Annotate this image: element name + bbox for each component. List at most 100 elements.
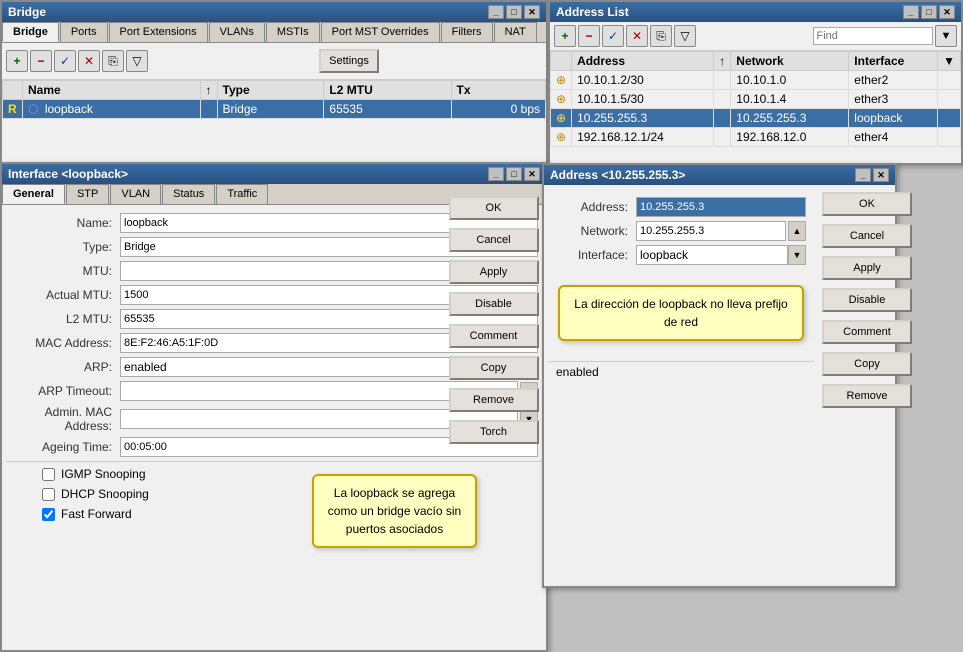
- iface-minimize-btn[interactable]: _: [488, 167, 504, 181]
- addr-comment-btn[interactable]: Comment: [822, 320, 912, 344]
- col-sort: ↑: [200, 81, 217, 100]
- tab-port-extensions[interactable]: Port Extensions: [109, 22, 208, 42]
- iface-maximize-btn[interactable]: □: [506, 167, 522, 181]
- address-list-toolbar: + − ✓ ✕ ⎘ ▽ ▼: [550, 22, 961, 51]
- addr-detail-network-input[interactable]: [636, 221, 786, 241]
- addr-cancel-btn[interactable]: Cancel: [822, 224, 912, 248]
- interface-btn-panel: OK Cancel Apply Disable Comment Copy Rem…: [441, 189, 546, 451]
- iface-tab-status[interactable]: Status: [162, 184, 215, 204]
- tab-filters[interactable]: Filters: [441, 22, 493, 42]
- addr-row-icon: ⊕: [551, 109, 572, 128]
- interface-titlebar: Interface <loopback> _ □ ✕: [2, 164, 546, 184]
- addr-detail-close-btn[interactable]: ✕: [873, 168, 889, 182]
- addr-row-interface: ether2: [849, 71, 938, 90]
- bridge-filter-btn[interactable]: ▽: [126, 50, 148, 72]
- addr-row-address: 10.10.1.2/30: [572, 71, 714, 90]
- bridge-table-container: Name ↑ Type L2 MTU Tx R ⬡ loopback Bridg…: [2, 80, 546, 119]
- iface-copy-btn[interactable]: Copy: [449, 356, 539, 380]
- bridge-enable-btn[interactable]: ✓: [54, 50, 76, 72]
- addr-detail-address-label: Address:: [556, 200, 636, 214]
- tab-ports[interactable]: Ports: [60, 22, 108, 42]
- address-list-window: Address List _ □ ✕ + − ✓ ✕ ⎘ ▽ ▼ Address…: [548, 0, 963, 165]
- table-row[interactable]: R ⬡ loopback Bridge 65535 0 bps: [3, 100, 546, 119]
- addr-row-icon: ⊕: [551, 90, 572, 109]
- addr-detail-address-input[interactable]: [636, 197, 806, 217]
- addr-row-address: 10.255.255.3: [572, 109, 714, 128]
- addr-status-text: enabled: [556, 365, 599, 379]
- dhcp-checkbox[interactable]: [42, 488, 55, 501]
- iface-tab-traffic[interactable]: Traffic: [216, 184, 268, 204]
- bridge-copy-btn[interactable]: ⎘: [102, 50, 124, 72]
- addr-list-maximize-btn[interactable]: □: [921, 5, 937, 19]
- find-input[interactable]: [813, 27, 934, 45]
- table-row[interactable]: ⊕ 10.255.255.3 10.255.255.3 loopback: [551, 109, 961, 128]
- tab-port-mst[interactable]: Port MST Overrides: [321, 22, 440, 42]
- table-row[interactable]: ⊕ 192.168.12.1/24 192.168.12.0 ether4: [551, 128, 961, 147]
- dhcp-label: DHCP Snooping: [61, 487, 149, 501]
- tab-mstis[interactable]: MSTIs: [266, 22, 320, 42]
- bridge-close-btn[interactable]: ✕: [524, 5, 540, 19]
- addr-remove-btn[interactable]: −: [578, 25, 600, 47]
- iface-tab-vlan[interactable]: VLAN: [110, 184, 161, 204]
- tab-nat[interactable]: NAT: [494, 22, 537, 42]
- bridge-toolbar: + − ✓ ✕ ⎘ ▽ Settings: [2, 43, 546, 80]
- iface-ok-btn[interactable]: OK: [449, 196, 539, 220]
- bridge-minimize-btn[interactable]: _: [488, 5, 504, 19]
- bridge-disable-btn[interactable]: ✕: [78, 50, 100, 72]
- iface-disable-btn[interactable]: Disable: [449, 292, 539, 316]
- bridge-maximize-btn[interactable]: □: [506, 5, 522, 19]
- address-list-table-container: Address ↑ Network Interface ▼ ⊕ 10.10.1.…: [550, 51, 961, 147]
- iface-cancel-btn[interactable]: Cancel: [449, 228, 539, 252]
- address-list-controls: _ □ ✕: [903, 5, 955, 19]
- actual-mtu-label: Actual MTU:: [10, 288, 120, 302]
- mac-label: MAC Address:: [10, 336, 120, 350]
- interface-controls: _ □ ✕: [488, 167, 540, 181]
- bridge-remove-btn[interactable]: −: [30, 50, 52, 72]
- address-tooltip: La dirección de loopback no lleva prefij…: [558, 285, 804, 341]
- addr-disable-btn[interactable]: ✕: [626, 25, 648, 47]
- fast-forward-checkbox[interactable]: [42, 508, 55, 521]
- interface-select[interactable]: loopback: [636, 245, 788, 265]
- arp-label: ARP:: [10, 360, 120, 374]
- addr-list-close-btn[interactable]: ✕: [939, 5, 955, 19]
- network-up-btn[interactable]: ▲: [788, 221, 806, 241]
- bridge-settings-btn[interactable]: Settings: [319, 49, 379, 73]
- iface-close-btn[interactable]: ✕: [524, 167, 540, 181]
- tab-bridge[interactable]: Bridge: [2, 22, 59, 42]
- addr-enable-btn[interactable]: ✓: [602, 25, 624, 47]
- addr-apply-btn[interactable]: Apply: [822, 256, 912, 280]
- igmp-checkbox[interactable]: [42, 468, 55, 481]
- addr-filter-btn[interactable]: ▽: [674, 25, 696, 47]
- bridge-add-btn[interactable]: +: [6, 50, 28, 72]
- addr-row-network: 192.168.12.0: [731, 128, 849, 147]
- iface-torch-btn[interactable]: Torch: [449, 420, 539, 444]
- iface-apply-btn[interactable]: Apply: [449, 260, 539, 284]
- iface-tab-stp[interactable]: STP: [66, 184, 109, 204]
- iface-tab-general[interactable]: General: [2, 184, 65, 204]
- addr-detail-minimize-btn[interactable]: _: [855, 168, 871, 182]
- col-expand[interactable]: ▼: [938, 52, 961, 71]
- find-dropdown-btn[interactable]: ▼: [935, 25, 957, 47]
- iface-comment-btn[interactable]: Comment: [449, 324, 539, 348]
- addr-copy-btn[interactable]: ⎘: [650, 25, 672, 47]
- addr-ok-btn[interactable]: OK: [822, 192, 912, 216]
- row-name: ⬡ loopback: [23, 100, 201, 119]
- bridge-icon: ⬡: [28, 102, 38, 116]
- addr-disable-btn[interactable]: Disable: [822, 288, 912, 312]
- addr-filter-icon: ▽: [680, 29, 689, 43]
- tab-vlans[interactable]: VLANs: [209, 22, 265, 42]
- table-row[interactable]: ⊕ 10.10.1.5/30 10.10.1.4 ether3: [551, 90, 961, 109]
- addr-row-icon: ⊕: [551, 71, 572, 90]
- addr-add-btn[interactable]: +: [554, 25, 576, 47]
- addr-remove-btn[interactable]: Remove: [822, 384, 912, 408]
- addr-copy-btn[interactable]: Copy: [822, 352, 912, 376]
- iface-remove-btn[interactable]: Remove: [449, 388, 539, 412]
- table-row[interactable]: ⊕ 10.10.1.2/30 10.10.1.0 ether2: [551, 71, 961, 90]
- addr-list-minimize-btn[interactable]: _: [903, 5, 919, 19]
- interface-dropdown-btn[interactable]: ▼: [788, 245, 806, 265]
- mtu-label: MTU:: [10, 264, 120, 278]
- col-address: Address: [572, 52, 714, 71]
- loopback-tooltip: La loopback se agrega como un bridge vac…: [312, 474, 477, 548]
- ageing-label: Ageing Time:: [10, 440, 120, 454]
- col-addr-icon: [551, 52, 572, 71]
